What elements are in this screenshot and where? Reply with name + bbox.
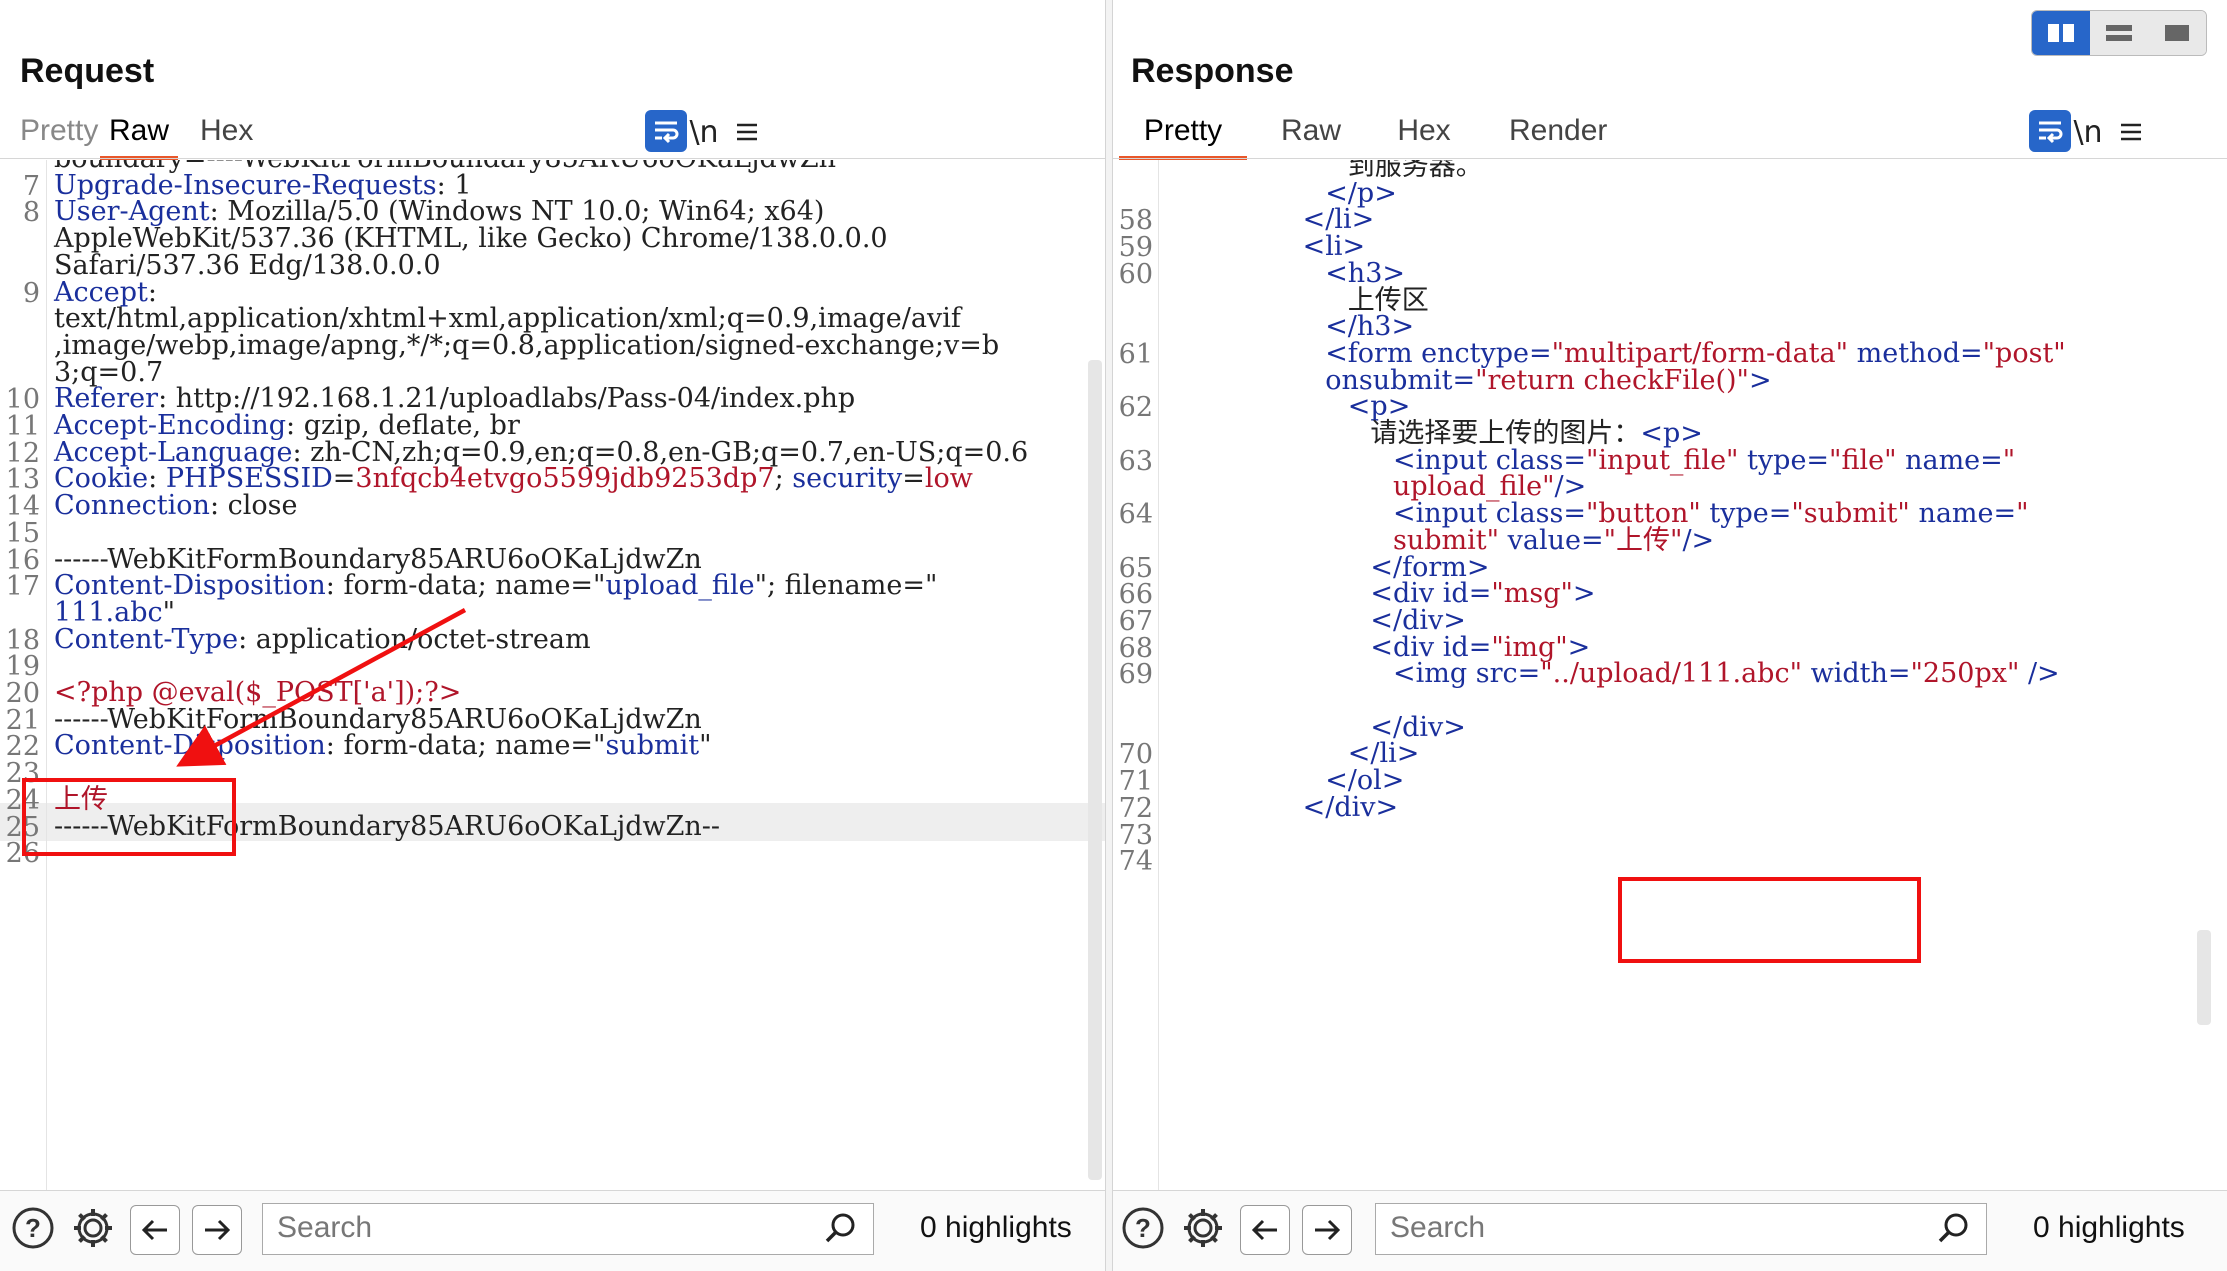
response-code-token: type= bbox=[1700, 498, 1792, 530]
response-help-button[interactable]: ? bbox=[1120, 1205, 1166, 1251]
response-tab-raw[interactable]: Raw bbox=[1281, 108, 1341, 158]
response-code-token: /> bbox=[2019, 658, 2060, 690]
response-code-token: "input_file" bbox=[1585, 444, 1739, 476]
response-code-token: method= bbox=[1848, 337, 1983, 369]
rows-layout-icon bbox=[2106, 25, 2132, 41]
response-line-number: 62 bbox=[1118, 392, 1153, 424]
search-icon bbox=[1936, 1210, 1972, 1251]
response-code-token: " bbox=[2016, 498, 2029, 530]
request-highlights-count: 0 highlights bbox=[920, 1211, 1072, 1244]
request-bottom-bar: ? 0 highlights bbox=[0, 1190, 1105, 1271]
response-tab-pretty[interactable]: Pretty bbox=[1119, 108, 1247, 160]
help-icon: ? bbox=[1122, 1207, 1164, 1249]
response-code-token: name= bbox=[1896, 444, 2003, 476]
search-icon bbox=[823, 1210, 859, 1251]
response-line-number: 61 bbox=[1118, 338, 1153, 370]
response-code-token: > bbox=[1748, 364, 1772, 396]
response-tab-hex[interactable]: Hex bbox=[1397, 108, 1451, 158]
response-tab-render[interactable]: Render bbox=[1509, 108, 1607, 158]
pane-splitter[interactable] bbox=[1105, 0, 1113, 1271]
response-code-token: width= bbox=[1802, 658, 1911, 690]
response-settings-button[interactable] bbox=[1180, 1205, 1226, 1251]
response-tab-divider bbox=[1113, 158, 2227, 159]
hamburger-menu-icon bbox=[2121, 123, 2141, 141]
response-code-token: "../upload/111.abc" bbox=[1540, 658, 1802, 690]
layout-stacked-button[interactable] bbox=[2090, 11, 2148, 55]
arrow-left-icon bbox=[141, 1219, 167, 1241]
response-code-token: /> bbox=[1682, 524, 1715, 556]
response-line-number: 64 bbox=[1118, 499, 1153, 531]
gear-icon bbox=[74, 1209, 112, 1247]
response-back-button[interactable] bbox=[1240, 1205, 1290, 1255]
response-line-number: 60 bbox=[1118, 258, 1153, 290]
response-search-box bbox=[1375, 1203, 1987, 1255]
request-settings-button[interactable] bbox=[70, 1205, 116, 1251]
response-code-token: "file" bbox=[1829, 444, 1897, 476]
response-code-token: value= bbox=[1499, 524, 1604, 556]
request-help-button[interactable]: ? bbox=[10, 1205, 56, 1251]
response-code-token: name= bbox=[1909, 498, 2017, 530]
response-bottom-bar: ? 0 highlights bbox=[1113, 1190, 2227, 1271]
response-code-token: "上传" bbox=[1603, 524, 1683, 556]
response-code-line: <img src="../upload/111.abc" width="250p… bbox=[1393, 655, 2060, 693]
request-search-box bbox=[262, 1203, 874, 1255]
response-code-token: <img src= bbox=[1393, 658, 1541, 690]
response-editor[interactable]: 到服务器。 </p> 58 </li> 59 <li> 60 <h3> 上传区 </h3> 61 <f… bbox=[1113, 160, 2227, 1190]
request-back-button[interactable] bbox=[130, 1205, 180, 1255]
layout-toggle-group bbox=[2031, 10, 2207, 56]
single-layout-icon bbox=[2165, 25, 2189, 41]
response-code-token: type= bbox=[1738, 444, 1830, 476]
layout-tabs-button[interactable] bbox=[2148, 11, 2206, 55]
annotation-arrow-icon bbox=[176, 608, 467, 767]
request-pane: Request Pretty Raw Hex \n boundary=----W… bbox=[0, 0, 1105, 1271]
response-menu-button[interactable] bbox=[2109, 110, 2153, 154]
response-code-line: </div> bbox=[1303, 789, 1399, 827]
response-line-number: 63 bbox=[1118, 445, 1153, 477]
request-search-input[interactable] bbox=[263, 1204, 851, 1252]
response-code-token: " bbox=[2002, 444, 2016, 476]
response-code-token: > bbox=[1572, 578, 1596, 610]
response-line-number: 74 bbox=[1118, 846, 1153, 878]
response-gutter bbox=[1158, 160, 1159, 1190]
response-code-token: </div> bbox=[1302, 791, 1399, 823]
response-pane: Response Pretty Raw Hex Render \n 到服务器。 <… bbox=[1113, 0, 2227, 1271]
help-icon: ? bbox=[12, 1207, 54, 1249]
layout-side-by-side-button[interactable] bbox=[2032, 11, 2090, 55]
response-search-input[interactable] bbox=[1376, 1204, 1964, 1252]
response-code-token: "submit" bbox=[1791, 498, 1910, 530]
response-code-token: "return checkFile()" bbox=[1475, 364, 1749, 396]
text-wrap-icon bbox=[2039, 121, 2063, 144]
arrow-right-icon bbox=[205, 1219, 231, 1241]
response-newline-toggle[interactable]: \n bbox=[2066, 110, 2110, 154]
response-forward-button[interactable] bbox=[1302, 1205, 1352, 1255]
columns-layout-icon bbox=[2048, 24, 2074, 42]
response-title: Response bbox=[1131, 52, 1294, 90]
response-line-number: 69 bbox=[1118, 659, 1153, 691]
gear-icon bbox=[1184, 1209, 1222, 1247]
response-wrap-button[interactable] bbox=[2029, 110, 2071, 152]
response-highlights-count: 0 highlights bbox=[2033, 1211, 2185, 1244]
svg-text:?: ? bbox=[1135, 1213, 1151, 1243]
response-code-token: "250px" bbox=[1910, 658, 2020, 690]
svg-text:?: ? bbox=[25, 1213, 41, 1243]
arrow-right-icon bbox=[1315, 1219, 1341, 1241]
request-forward-button[interactable] bbox=[192, 1205, 242, 1255]
response-code-token: "msg" bbox=[1491, 578, 1573, 610]
response-scrollbar[interactable] bbox=[2197, 930, 2211, 1025]
upload-path-annotation-box bbox=[1618, 877, 1921, 963]
arrow-left-icon bbox=[1251, 1219, 1277, 1241]
response-code-token: "post" bbox=[1982, 337, 2066, 369]
